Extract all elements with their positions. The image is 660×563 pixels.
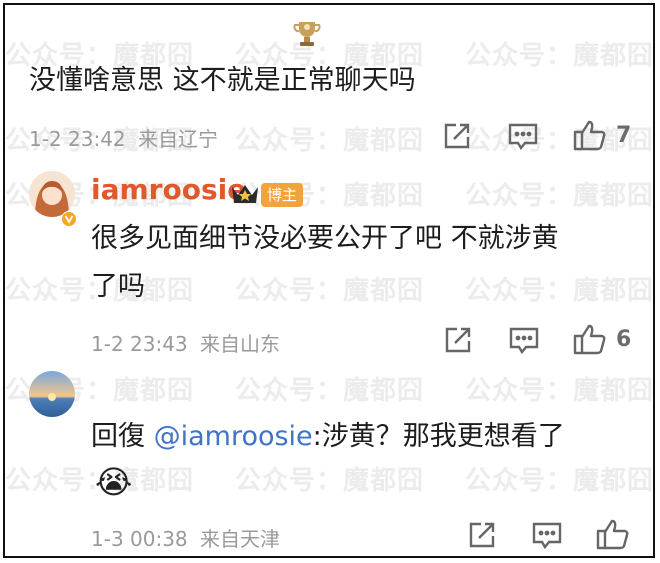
- crying-emoji-icon: 😭: [95, 463, 133, 501]
- watermark-text: 公众号：魔都囧: [235, 276, 425, 306]
- username[interactable]: iamroosie: [91, 173, 246, 206]
- comment-text: 很多见面细节没必要公开了吧 不就涉黄: [91, 223, 559, 254]
- reply-prefix: 回復: [91, 421, 145, 452]
- comment-text: 了吗: [91, 271, 145, 302]
- watermark-text: 公众号：魔都囧: [465, 41, 655, 71]
- comment-icon[interactable]: [507, 121, 539, 151]
- watermark-text: 公众号：魔都囧: [465, 276, 655, 306]
- comment-meta: 1-3 00:38 来自天津: [91, 523, 280, 552]
- share-icon[interactable]: [467, 520, 497, 550]
- comment-date: 1-3 00:38: [91, 527, 188, 551]
- comment-icon[interactable]: [531, 520, 563, 550]
- comment-meta: 1-2 23:43 来自山东: [91, 328, 280, 357]
- comment-feed: 公众号：魔都囧 公众号：魔都囧 公众号：魔都囧 公众号：魔都囧 公众号：魔都囧 …: [3, 3, 655, 558]
- like-count: 7: [616, 123, 632, 148]
- crown-icon: [229, 181, 261, 207]
- watermark-text: 公众号：魔都囧: [235, 376, 425, 406]
- comment-date: 1-2 23:42: [29, 127, 126, 151]
- like-count: 6: [616, 327, 632, 352]
- comment-meta: 1-2 23:42 来自辽宁: [29, 123, 218, 152]
- verified-icon: [61, 211, 77, 227]
- reply-text: 回復 @iamroosie:涉黄？那我更想看了: [91, 415, 565, 458]
- trophy-icon: [290, 17, 324, 51]
- watermark-text: 公众号：魔都囧: [465, 181, 655, 211]
- blogger-badge: 博主: [261, 183, 304, 207]
- comment-location: 来自辽宁: [138, 127, 219, 151]
- comment-location: 来自天津: [200, 527, 281, 551]
- comment-icon[interactable]: [508, 325, 540, 355]
- comment-date: 1-2 23:43: [91, 332, 188, 356]
- mention-link[interactable]: @iamroosie: [154, 421, 313, 452]
- watermark-text: 公众号：魔都囧: [235, 126, 425, 156]
- watermark-text: 公众号：魔都囧: [235, 466, 425, 496]
- watermark-text: 公众号：魔都囧: [465, 376, 655, 406]
- like-icon[interactable]: [595, 517, 631, 551]
- watermark-text: 公众号：魔都囧: [465, 466, 655, 496]
- avatar[interactable]: [29, 371, 75, 417]
- reply-content: :涉黄？那我更想看了: [312, 421, 565, 452]
- comment-location: 来自山东: [200, 332, 281, 356]
- share-icon[interactable]: [443, 325, 473, 355]
- like-icon[interactable]: [572, 118, 608, 152]
- comment-text: 没懂啥意思 这不就是正常聊天吗: [29, 65, 416, 96]
- share-icon[interactable]: [442, 121, 472, 151]
- like-icon[interactable]: [572, 322, 608, 356]
